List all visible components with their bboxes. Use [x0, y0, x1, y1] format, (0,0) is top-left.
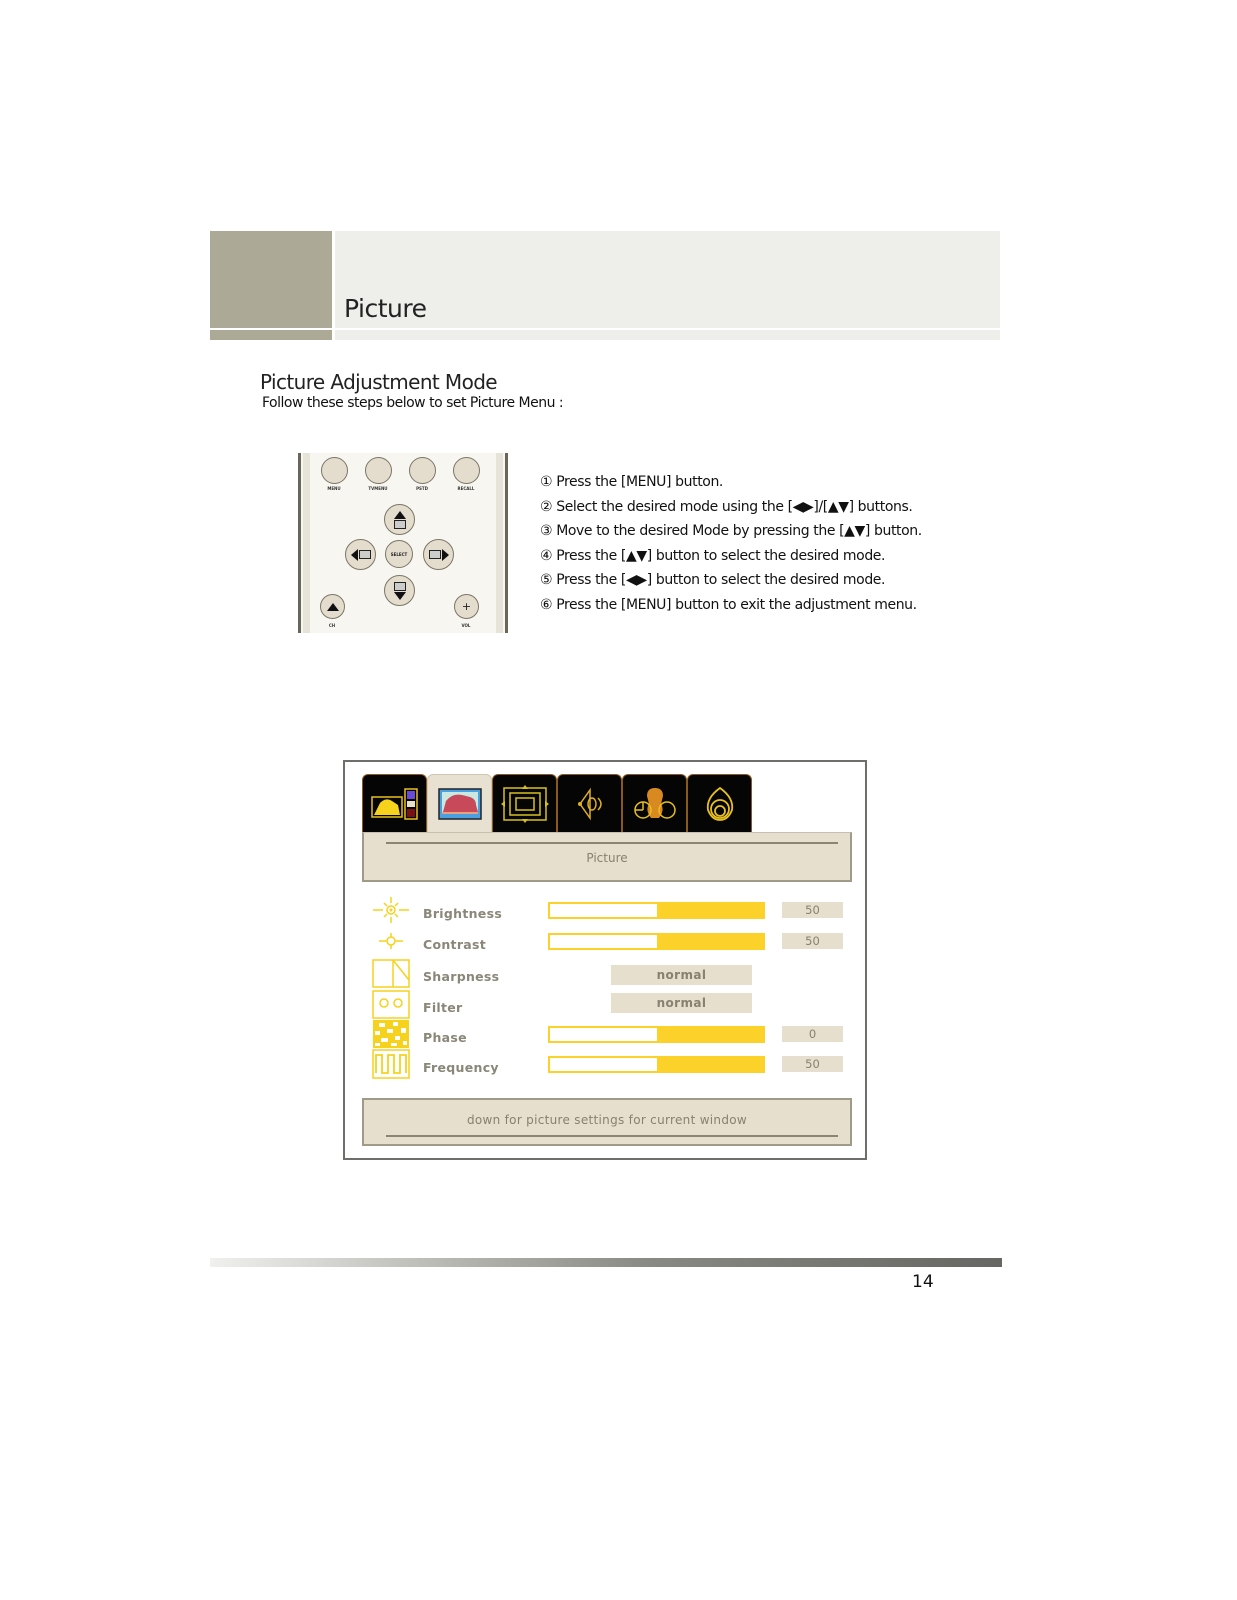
remote-edge-right [505, 453, 508, 633]
screen-size-icon [500, 784, 549, 823]
frequency-slider[interactable] [548, 1056, 765, 1073]
setting-row-phase: Phase 0 [371, 1019, 851, 1049]
speaker-icon [577, 787, 602, 820]
setting-row-sharpness: Sharpness normal [371, 958, 851, 988]
remote-left-button [345, 539, 376, 570]
slider-track [549, 934, 658, 949]
setting-label: Contrast [423, 937, 487, 952]
osd-picture-menu: Picture Brightness 50 Contrast 50 Sharpn… [343, 760, 867, 1160]
filter-icon [371, 989, 411, 1019]
brightness-icon [371, 895, 411, 925]
tab-screen-size[interactable] [492, 774, 557, 832]
osd-tab-bar [362, 774, 752, 832]
screen-icon [393, 581, 406, 591]
header-band-strip [335, 330, 1000, 340]
remote-edge-right-inner [496, 453, 503, 633]
step-2: ② Select the desired mode using the [◀▶]… [540, 498, 913, 515]
phase-slider[interactable] [548, 1026, 765, 1043]
sharpness-select[interactable]: normal [611, 965, 752, 985]
contrast-value: 50 [782, 933, 843, 949]
screen-icon [358, 550, 371, 559]
page-number: 14 [912, 1272, 934, 1292]
remote-up-button [384, 504, 415, 535]
osd-title-bar: Picture [362, 832, 852, 882]
remote-vol-up-button: + [454, 594, 479, 619]
sharpness-icon [371, 958, 411, 988]
page-title: Picture [344, 294, 427, 323]
picture-icon [437, 787, 482, 820]
arrow-down-icon [393, 591, 406, 600]
screen-icon [428, 550, 441, 559]
hint-divider [386, 1135, 838, 1137]
osd-hint-text: down for picture settings for current wi… [466, 1113, 748, 1127]
section-subtitle: Follow these steps below to set Picture … [262, 395, 564, 411]
arrow-right-icon [441, 548, 449, 561]
remote-pstd-label: PSTD [416, 486, 428, 491]
remote-pstd-button [409, 457, 436, 484]
step-6: ⑥ Press the [MENU] button to exit the ad… [540, 596, 917, 613]
frequency-value: 50 [782, 1056, 843, 1072]
remote-menu-button [321, 457, 348, 484]
setting-label: Frequency [423, 1060, 499, 1075]
section-title: Picture Adjustment Mode [260, 370, 498, 394]
remote-tvmenu-button [365, 457, 392, 484]
remote-edge-left [298, 453, 301, 633]
tab-features[interactable] [622, 774, 687, 832]
brightness-value: 50 [782, 902, 843, 918]
tab-audio[interactable] [557, 774, 622, 832]
tab-picture[interactable] [427, 774, 492, 832]
arrow-up-icon [326, 602, 339, 611]
slider-track [549, 1027, 658, 1042]
remote-control-illustration: MENU TVMENU PSTD RECALL SELECT CH + VOL [298, 453, 508, 633]
step-3: ③ Move to the desired Mode by pressing t… [540, 523, 922, 540]
input-source-icon [370, 787, 418, 820]
remote-ch-label: CH [328, 623, 336, 628]
screen-icon [393, 519, 406, 529]
filter-select[interactable]: normal [611, 993, 752, 1013]
settings-icon [706, 786, 733, 821]
remote-ch-up-button [320, 594, 345, 619]
phase-value: 0 [782, 1026, 843, 1042]
setting-label: Brightness [423, 906, 503, 921]
remote-recall-button [453, 457, 480, 484]
features-icon [633, 787, 676, 819]
setting-row-frequency: Frequency 50 [371, 1049, 851, 1079]
remote-edge-left-inner [303, 453, 310, 633]
setting-row-filter: Filter normal [371, 989, 851, 1019]
header-band [335, 231, 1000, 328]
remote-select-button: SELECT [385, 540, 413, 568]
osd-title: Picture [586, 851, 628, 865]
footer-gradient-bar [210, 1258, 1002, 1267]
slider-track [549, 903, 658, 918]
title-divider [386, 842, 838, 844]
setting-label: Sharpness [423, 969, 500, 984]
setting-label: Phase [423, 1030, 467, 1045]
step-5: ⑤ Press the [◀▶] button to select the de… [540, 572, 886, 589]
remote-menu-label: MENU [327, 486, 341, 491]
step-1: ① Press the [MENU] button. [540, 474, 723, 490]
remote-recall-label: RECALL [457, 486, 475, 491]
header-accent-block [210, 231, 332, 328]
slider-track [549, 1057, 658, 1072]
setting-label: Filter [423, 1000, 463, 1015]
osd-hint-bar: down for picture settings for current wi… [362, 1098, 852, 1146]
contrast-icon [371, 926, 411, 956]
setting-row-brightness: Brightness 50 [371, 895, 851, 925]
remote-right-button [423, 539, 454, 570]
arrow-up-icon [393, 510, 406, 519]
step-4: ④ Press the [▲▼] button to select the de… [540, 547, 886, 564]
remote-down-button [384, 575, 415, 606]
arrow-left-icon [350, 548, 358, 561]
tab-settings[interactable] [687, 774, 752, 832]
brightness-slider[interactable] [548, 902, 765, 919]
setting-row-contrast: Contrast 50 [371, 926, 851, 956]
tab-input-source[interactable] [362, 774, 427, 832]
instruction-steps: ① Press the [MENU] button. ② Select the … [540, 474, 922, 622]
remote-vol-label: VOL [461, 623, 471, 628]
header-accent-strip [210, 330, 332, 340]
phase-icon [371, 1019, 411, 1049]
frequency-icon [371, 1049, 411, 1079]
contrast-slider[interactable] [548, 933, 765, 950]
remote-tvmenu-label: TVMENU [368, 486, 388, 491]
